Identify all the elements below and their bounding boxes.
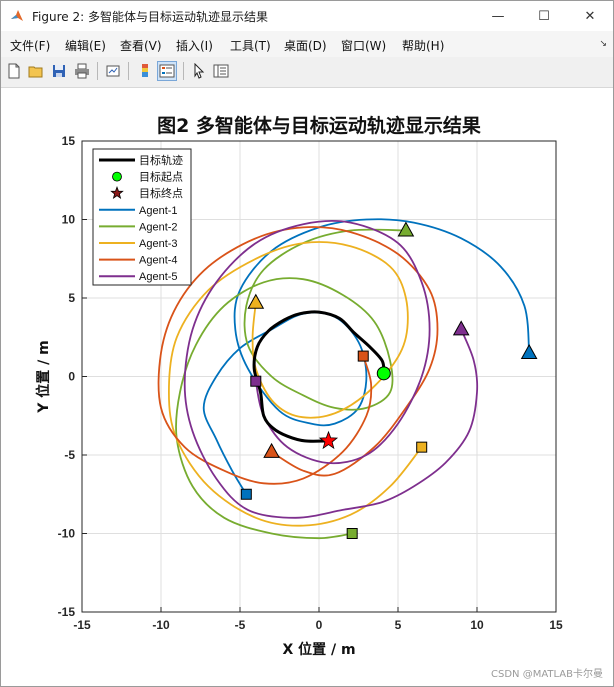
y-axis-label: Y 位置 / m	[35, 340, 52, 413]
x-tick-label: -10	[152, 618, 170, 632]
save-button[interactable]	[49, 61, 69, 81]
printer-icon	[75, 63, 89, 79]
link-plot-button[interactable]	[103, 61, 123, 81]
save-icon	[53, 65, 65, 77]
minimize-button[interactable]: —	[475, 1, 521, 31]
menu-desktop[interactable]: 桌面(D)	[284, 37, 327, 54]
toolbar-separator	[97, 62, 98, 80]
legend-label: 目标轨迹	[139, 153, 183, 167]
y-tick-label: 5	[68, 291, 75, 305]
agent-4-start-marker	[357, 350, 369, 362]
watermark-text: CSDN @MATLAB卡尔曼	[491, 669, 603, 680]
target-start-marker	[376, 366, 391, 381]
chart-title: 图2 多智能体与目标运动轨迹显示结果	[157, 114, 481, 137]
y-tick-label: 15	[62, 134, 76, 148]
title-bar: Figure 2: 多智能体与目标运动轨迹显示结果 — ☐ ✕	[1, 1, 613, 31]
legend-label: Agent-2	[139, 221, 178, 233]
open-file-button[interactable]	[26, 61, 46, 81]
menu-tools[interactable]: 工具(T)	[230, 37, 271, 54]
pointer-arrow-icon	[194, 63, 205, 79]
trajectory-chart: -15 -10 -5 0 5 10 15 -15 -10 -5 0 5 10 15 图2 多智能体与目标运动…	[35, 114, 563, 658]
menu-insert[interactable]: 插入(I)	[176, 37, 213, 54]
close-button[interactable]: ✕	[567, 1, 613, 31]
link-plot-icon	[106, 65, 120, 77]
toolbar-separator	[183, 62, 184, 80]
toolbar-separator	[128, 62, 129, 80]
window-title: Figure 2: 多智能体与目标运动轨迹显示结果	[32, 10, 268, 24]
menu-edit[interactable]: 编辑(E)	[65, 37, 106, 54]
agent-1-start-marker	[240, 488, 252, 500]
figure-window: Figure 2: 多智能体与目标运动轨迹显示结果 — ☐ ✕ 文件(F) 编辑…	[0, 0, 614, 687]
colorbar-button[interactable]	[135, 61, 155, 81]
menu-help[interactable]: 帮助(H)	[402, 37, 444, 54]
agent-2-start-marker	[346, 528, 358, 539]
legend-label: Agent-3	[139, 238, 178, 250]
legend-label: Agent-4	[139, 255, 178, 267]
new-file-icon	[8, 63, 20, 79]
y-tick-label: -5	[64, 448, 75, 462]
legend-start-marker	[112, 171, 122, 182]
menu-file[interactable]: 文件(F)	[10, 37, 50, 54]
y-tick-label: -10	[58, 527, 76, 541]
figure-canvas: -15 -10 -5 0 5 10 15 -15 -10 -5 0 5 10 15 图2 多智能体与目标运动…	[1, 88, 613, 686]
folder-open-icon	[28, 66, 43, 78]
x-tick-label: -5	[235, 618, 246, 632]
maximize-button[interactable]: ☐	[521, 1, 567, 31]
matlab-logo-icon	[11, 10, 23, 21]
x-tick-label: 0	[316, 618, 323, 632]
legend-button[interactable]	[157, 61, 177, 81]
menu-window[interactable]: 窗口(W)	[341, 37, 386, 54]
y-tick-label: 0	[68, 370, 75, 384]
legend-icon	[159, 64, 175, 78]
x-tick-label: -15	[73, 618, 91, 632]
y-tick-label: 10	[62, 213, 76, 227]
agent-3-start-marker	[416, 441, 428, 453]
menu-bar: 文件(F) 编辑(E) 查看(V) 插入(I) 工具(T) 桌面(D) 窗口(W…	[1, 31, 613, 57]
print-button[interactable]	[72, 61, 92, 81]
x-tick-label: 15	[549, 618, 563, 632]
x-axis-label: X 位置 / m	[282, 641, 355, 658]
legend-label: Agent-1	[139, 205, 178, 217]
edit-plot-button[interactable]	[189, 61, 209, 81]
legend-label: 目标终点	[139, 186, 183, 200]
y-tick-label: -15	[58, 605, 76, 619]
toolbar	[1, 57, 613, 88]
property-inspector-button[interactable]	[211, 61, 231, 81]
new-figure-button[interactable]	[4, 61, 24, 81]
menu-overflow-icon[interactable]: ↘	[599, 39, 607, 49]
legend-label: Agent-5	[139, 271, 178, 283]
property-inspector-icon	[213, 64, 229, 78]
legend-label: 目标起点	[139, 170, 183, 184]
x-tick-label: 5	[395, 618, 402, 632]
colorbar-icon	[142, 64, 148, 77]
menu-view[interactable]: 查看(V)	[120, 37, 162, 54]
x-tick-label: 10	[470, 618, 484, 632]
agent-5-start-marker	[250, 375, 262, 387]
